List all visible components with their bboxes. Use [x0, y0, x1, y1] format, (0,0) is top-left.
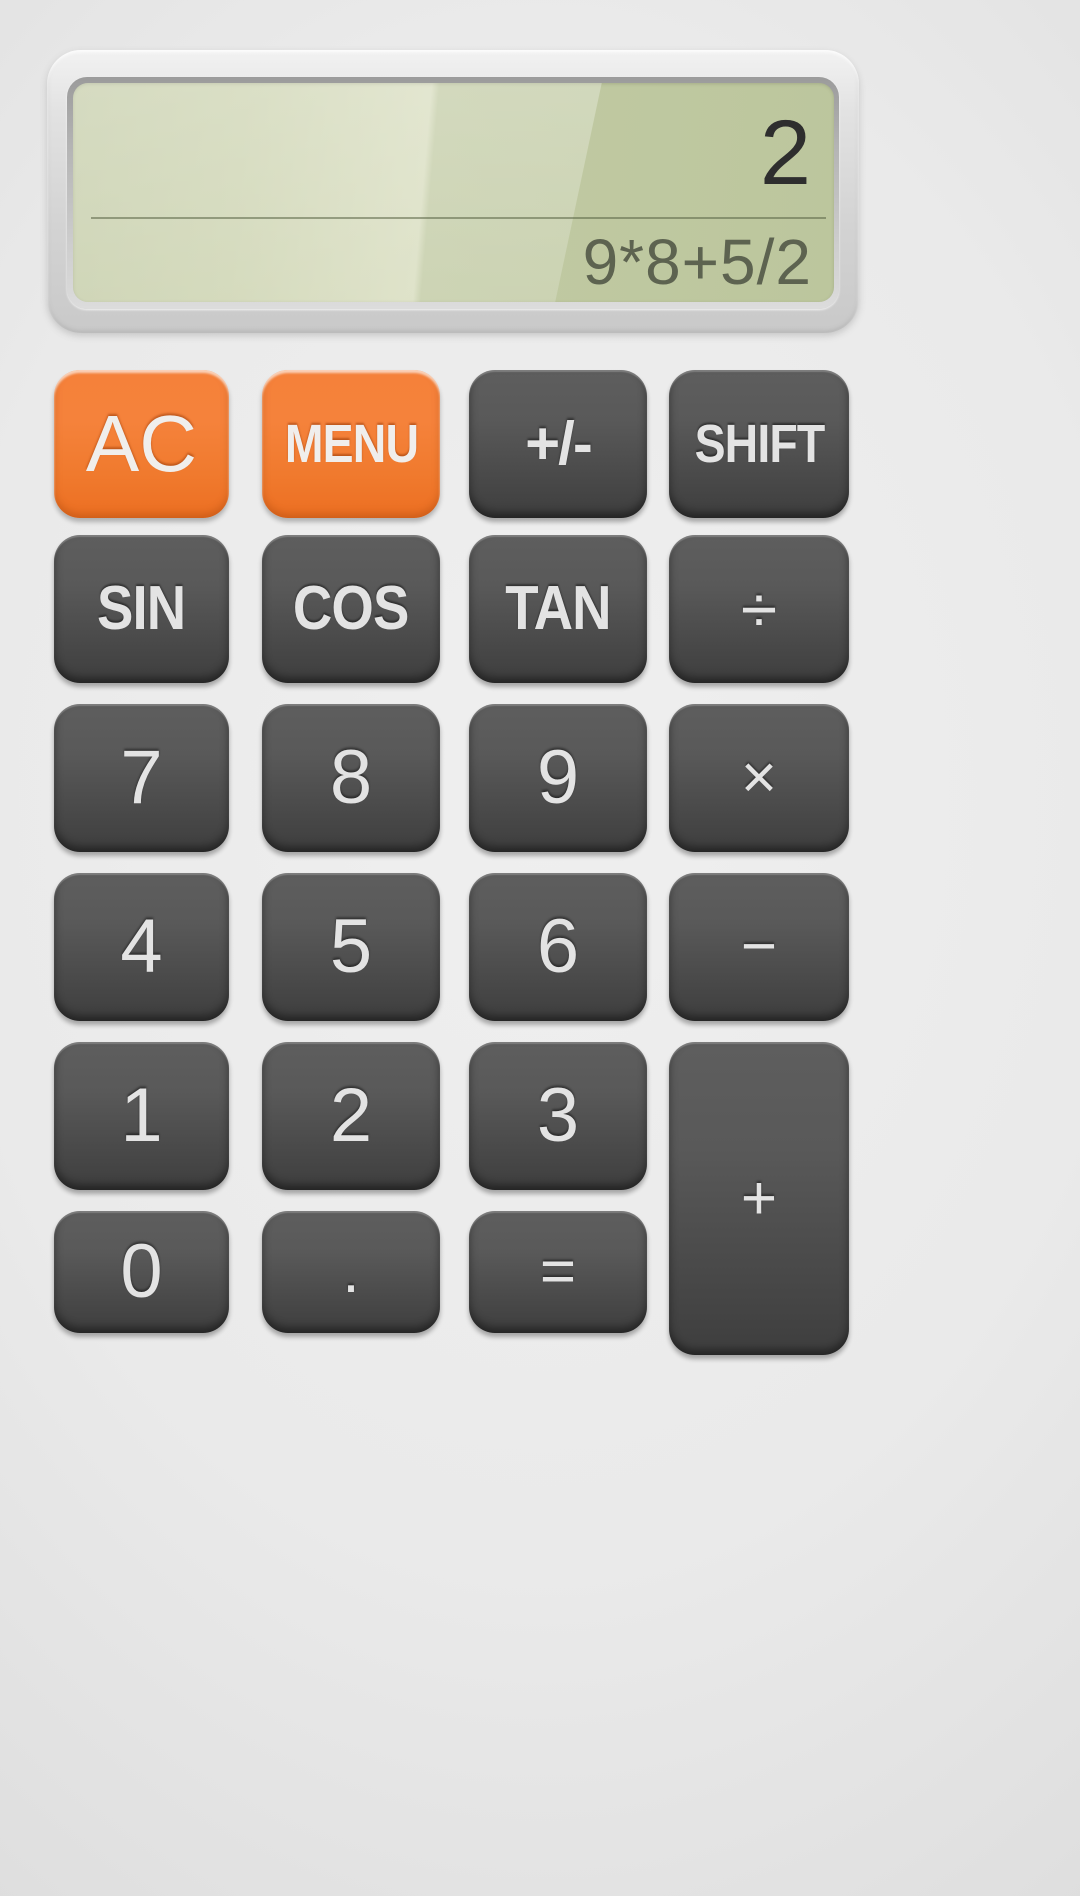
key-decimal-point[interactable]: . — [256, 1205, 446, 1341]
key-plus-minus-label: +/- — [525, 410, 593, 477]
key-menu[interactable]: MENU — [256, 364, 446, 526]
key-4-label: 4 — [120, 904, 163, 989]
key-multiply-label: × — [740, 743, 778, 812]
key-equals-label: = — [539, 1237, 577, 1306]
lcd-divider-line — [91, 217, 826, 219]
key-sin[interactable]: SIN — [48, 529, 235, 691]
key-5[interactable]: 5 — [256, 867, 446, 1029]
display-expression: 9*8+5/2 — [582, 226, 812, 298]
key-cos[interactable]: COS — [256, 529, 446, 691]
lcd-screen: 2 9*8+5/2 — [73, 83, 834, 302]
key-add[interactable]: + — [663, 1036, 855, 1363]
key-all-clear-label: AC — [85, 399, 198, 488]
key-3-label: 3 — [536, 1073, 580, 1158]
display-bezel: 2 9*8+5/2 — [47, 50, 859, 333]
key-shift[interactable]: SHIFT — [663, 364, 855, 526]
key-1-label: 1 — [120, 1073, 163, 1158]
key-2[interactable]: 2 — [256, 1036, 446, 1198]
key-subtract[interactable]: − — [663, 867, 855, 1029]
key-shift-label: SHIFT — [694, 414, 825, 474]
key-8[interactable]: 8 — [256, 698, 446, 860]
key-7-label: 7 — [120, 735, 163, 820]
key-8-label: 8 — [329, 735, 373, 820]
key-cos-label: COS — [293, 574, 409, 643]
key-9[interactable]: 9 — [463, 698, 653, 860]
key-divide-label: ÷ — [740, 572, 778, 646]
key-5-label: 5 — [329, 904, 373, 989]
key-menu-label: MENU — [284, 414, 418, 474]
keypad: AC MENU +/- SHIFT SIN COS TAN ÷ 7 8 9 × 4 5 6 − 1 2 3 +0. = — [48, 364, 855, 1390]
key-add-label: + — [740, 1163, 778, 1233]
key-2-label: 2 — [329, 1073, 373, 1158]
key-multiply[interactable]: × — [663, 698, 855, 860]
key-0[interactable]: 0 — [48, 1205, 235, 1341]
key-6-label: 6 — [536, 904, 580, 989]
key-decimal-point-label: . — [342, 1237, 360, 1306]
key-tan[interactable]: TAN — [463, 529, 653, 691]
key-6[interactable]: 6 — [463, 867, 653, 1029]
key-divide[interactable]: ÷ — [663, 529, 855, 691]
key-4[interactable]: 4 — [48, 867, 235, 1029]
key-7[interactable]: 7 — [48, 698, 235, 860]
key-tan-label: TAN — [505, 574, 611, 643]
key-sin-label: SIN — [97, 574, 186, 643]
key-plus-minus[interactable]: +/- — [463, 364, 653, 526]
key-all-clear[interactable]: AC — [48, 364, 235, 526]
key-subtract-label: − — [740, 912, 778, 981]
key-equals[interactable]: = — [463, 1205, 653, 1341]
lcd-glare-overlay — [73, 83, 607, 302]
display-result: 2 — [759, 102, 812, 204]
key-1[interactable]: 1 — [48, 1036, 235, 1198]
display-inner-frame: 2 9*8+5/2 — [67, 77, 839, 309]
calculator-app: 2 9*8+5/2 AC MENU +/- SHIFT SIN COS TAN ÷ 7 8 9 × 4 5… — [0, 0, 1080, 1896]
key-0-label: 0 — [120, 1229, 163, 1314]
key-3[interactable]: 3 — [463, 1036, 653, 1198]
key-9-label: 9 — [536, 735, 580, 820]
